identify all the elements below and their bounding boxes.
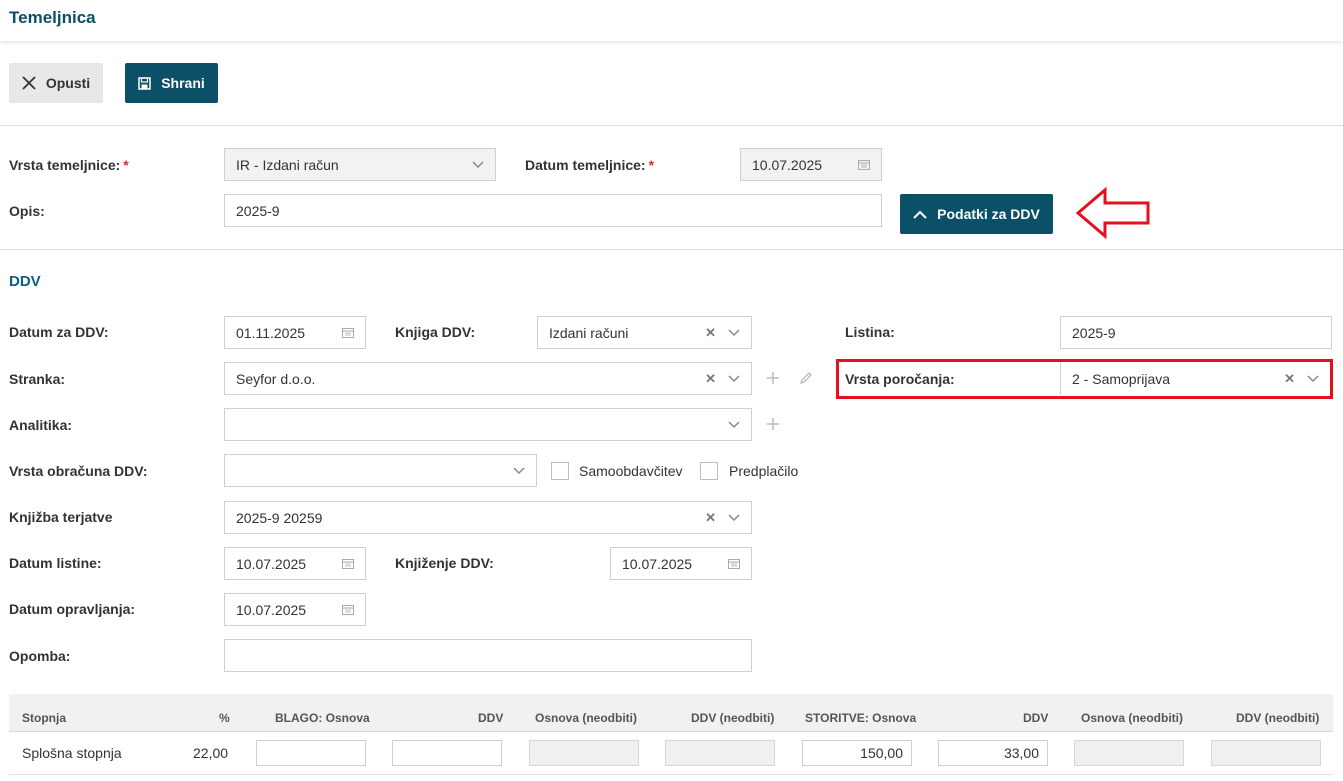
- ddv-section-title: DDV: [9, 273, 41, 290]
- arrow-left-annotation: [1075, 186, 1150, 240]
- column-header: DDV (neodbiti): [1236, 711, 1320, 725]
- save-icon: [138, 76, 151, 90]
- datum-listine-field[interactable]: 10.07.2025: [224, 547, 366, 580]
- knjizba-terjatve-select[interactable]: 2025-9 20259 ✕: [224, 501, 752, 534]
- podatki-za-ddv-label: Podatki za DDV: [937, 206, 1040, 222]
- datum-opravljanja-label: Datum opravljanja:: [9, 601, 136, 617]
- samoobdavcitev-label: Samoobdavčitev: [579, 463, 683, 479]
- column-header: BLAGO: Osnova: [275, 711, 370, 725]
- column-header: Osnova (neodbiti): [1081, 711, 1183, 725]
- clear-icon[interactable]: ✕: [705, 325, 716, 341]
- calendar-icon: [342, 327, 354, 338]
- column-header: DDV: [1023, 711, 1049, 725]
- listina-input[interactable]: 2025-9: [1060, 316, 1332, 349]
- opis-label: Opis:: [9, 203, 45, 219]
- divider: [0, 249, 1343, 250]
- stranka-label: Stranka:: [9, 371, 66, 387]
- page-header: Temeljnica: [0, 0, 1343, 41]
- calendar-icon: [342, 604, 354, 615]
- save-label: Shrani: [161, 75, 205, 91]
- opomba-label: Opomba:: [9, 648, 71, 664]
- storitve-ddv-neodbiti-input: [1211, 740, 1321, 766]
- storitve-ddv-input[interactable]: 33,00: [938, 740, 1048, 766]
- plus-icon[interactable]: [765, 416, 781, 432]
- analitika-select[interactable]: [224, 408, 752, 441]
- samoobdavcitev-checkbox[interactable]: [551, 462, 569, 480]
- analitika-label: Analitika:: [9, 417, 73, 433]
- chevron-down-icon: [1307, 374, 1319, 383]
- vrsta-temeljnice-label: Vrsta temeljnice: *: [9, 157, 129, 173]
- pct-cell: 22,00: [193, 745, 229, 761]
- chevron-up-icon: [913, 210, 927, 219]
- chevron-down-icon: [728, 374, 740, 383]
- cancel-label: Opusti: [45, 75, 91, 91]
- podatki-za-ddv-button[interactable]: Podatki za DDV: [900, 194, 1053, 234]
- page-title: Temeljnica: [9, 8, 96, 27]
- plus-icon[interactable]: [765, 370, 781, 386]
- column-header: Stopnja: [22, 711, 66, 725]
- column-header: %: [219, 711, 230, 725]
- datum-temeljnice-label: Datum temeljnice: *: [525, 157, 655, 173]
- blago-osnova-input[interactable]: [256, 740, 366, 766]
- datum-opravljanja-field[interactable]: 10.07.2025: [224, 593, 366, 626]
- cancel-button[interactable]: Opusti: [9, 63, 103, 103]
- vrsta-temeljnice-select[interactable]: IR - Izdani račun: [224, 148, 496, 181]
- predplacilo-label: Predplačilo: [729, 463, 799, 479]
- opomba-input[interactable]: [224, 639, 752, 672]
- opis-input[interactable]: 2025-9: [224, 194, 882, 227]
- vrsta-obracuna-label: Vrsta obračuna DDV:: [9, 463, 148, 479]
- chevron-down-icon: [513, 466, 525, 475]
- vrsta-obracuna-select[interactable]: [224, 454, 537, 487]
- column-header: STORITVE: Osnova: [805, 711, 917, 725]
- knjiga-ddv-select[interactable]: Izdani računi ✕: [537, 316, 752, 349]
- chevron-down-icon: [728, 513, 740, 522]
- save-button[interactable]: Shrani: [125, 63, 218, 103]
- datum-za-ddv-field[interactable]: 01.11.2025: [224, 316, 366, 349]
- predplacilo-checkbox[interactable]: [700, 462, 718, 480]
- clear-icon[interactable]: ✕: [1284, 371, 1295, 387]
- storitve-osnova-neodbiti-input: [1074, 740, 1184, 766]
- chevron-down-icon: [728, 420, 740, 429]
- column-header: DDV (neodbiti): [691, 711, 775, 725]
- divider: [0, 125, 1343, 126]
- pencil-icon[interactable]: [798, 370, 814, 386]
- datum-za-ddv-label: Datum za DDV:: [9, 324, 109, 340]
- knjizba-terjatve-label: Knjižba terjatve: [9, 509, 113, 525]
- chevron-down-icon: [728, 328, 740, 337]
- calendar-icon: [342, 558, 354, 569]
- blago-ddv-input[interactable]: [392, 740, 502, 766]
- blago-osnova-neodbiti-input: [529, 740, 639, 766]
- calendar-icon: [728, 558, 740, 569]
- vrsta-porocanja-select[interactable]: 2 - Samoprijava ✕: [1060, 362, 1330, 395]
- vrsta-porocanja-label: Vrsta poročanja:: [845, 371, 955, 387]
- column-header: DDV: [478, 711, 504, 725]
- blago-ddv-neodbiti-input: [665, 740, 775, 766]
- table-divider: [9, 731, 1333, 732]
- datum-listine-label: Datum listine:: [9, 555, 102, 571]
- knjizenje-ddv-field[interactable]: 10.07.2025: [610, 547, 752, 580]
- close-icon: [22, 76, 36, 90]
- clear-icon[interactable]: ✕: [705, 371, 716, 387]
- stopnja-cell: Splošna stopnja: [22, 745, 122, 761]
- calendar-icon: [858, 159, 870, 170]
- stranka-select[interactable]: Seyfor d.o.o. ✕: [224, 362, 752, 395]
- clear-icon[interactable]: ✕: [705, 510, 716, 526]
- chevron-down-icon: [472, 160, 484, 169]
- listina-label: Listina:: [845, 324, 895, 340]
- datum-temeljnice-field[interactable]: 10.07.2025: [740, 148, 882, 181]
- knjiga-ddv-label: Knjiga DDV:: [395, 324, 476, 340]
- column-header: Osnova (neodbiti): [535, 711, 637, 725]
- knjizenje-ddv-label: Knjiženje DDV:: [395, 555, 494, 571]
- table-divider: [9, 774, 1333, 775]
- storitve-osnova-input[interactable]: 150,00: [802, 740, 912, 766]
